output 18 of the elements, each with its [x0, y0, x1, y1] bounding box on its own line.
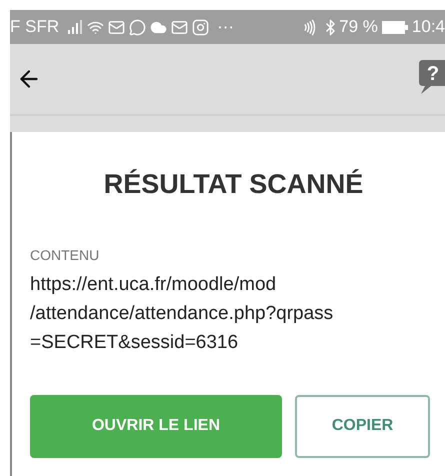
carrier-text: F SFR	[10, 16, 60, 38]
content-label: CONTENU	[30, 246, 100, 264]
more-text: ···	[217, 16, 234, 38]
url-text: =SECRET&sessid=6316	[30, 330, 240, 354]
mail-icon	[108, 18, 126, 36]
battery-icon	[382, 20, 408, 34]
copy-button[interactable]: COPIER	[295, 394, 430, 458]
time-text: 10:4	[412, 16, 445, 38]
open-link-button[interactable]: OUVRIR LE LIEN	[30, 394, 282, 458]
url-text: https://ent.uca.fr/moodle/mod	[30, 272, 278, 296]
camera-icon	[192, 18, 210, 36]
battery-text: 79 %	[339, 16, 378, 38]
url-text: /attendance/attendance.php?qrpass	[30, 302, 334, 326]
chat-icon	[129, 18, 146, 36]
mail-icon	[171, 18, 188, 36]
signal-icon	[67, 20, 84, 34]
card-title: RÉSULTAT SCANNÉ	[102, 168, 364, 201]
help-icon[interactable]: ?	[419, 60, 445, 96]
